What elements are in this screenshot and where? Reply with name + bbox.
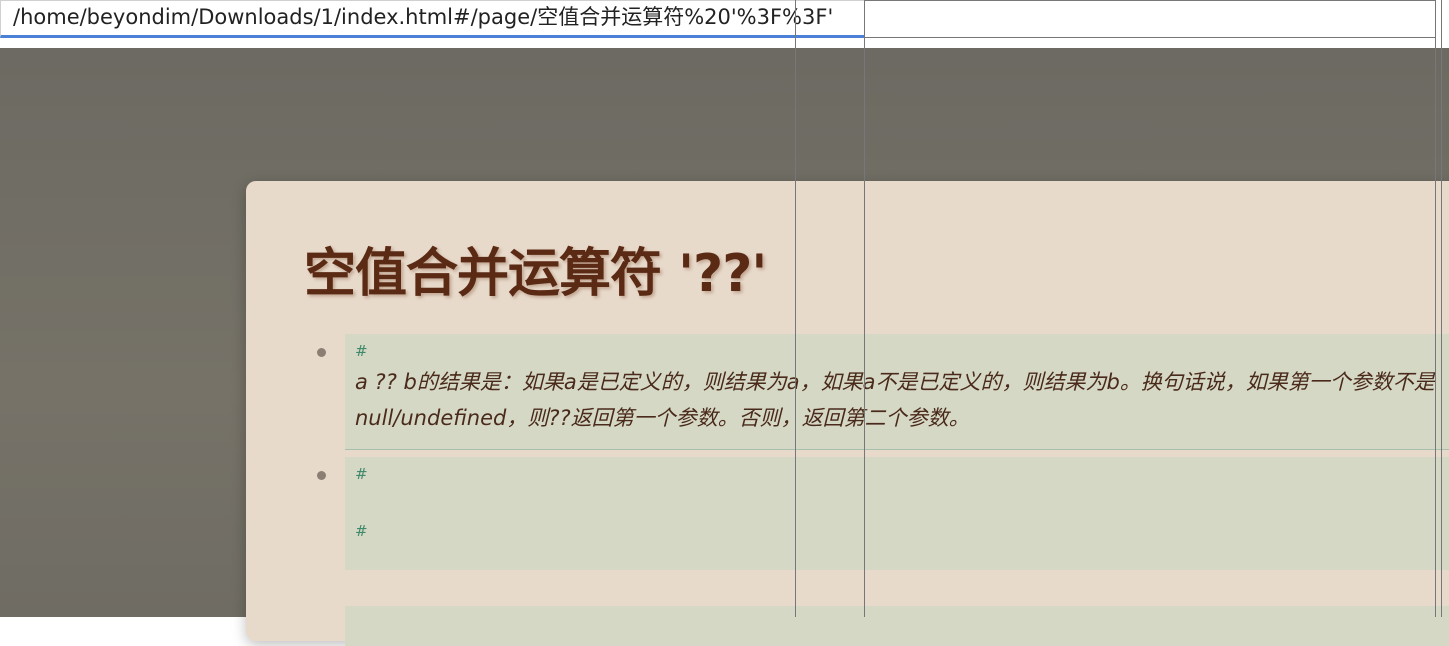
block-hash-link[interactable]: # — [355, 465, 1449, 487]
block-hash-link[interactable]: # — [355, 522, 1449, 544]
overlay-vertical-line — [1435, 0, 1436, 617]
block-3[interactable] — [345, 606, 1449, 646]
block-hash-link[interactable]: # — [355, 342, 1449, 364]
overlay-vertical-line — [795, 0, 796, 617]
block-2[interactable]: # # — [345, 457, 1449, 570]
page-title: 空值合并运算符 '??' — [304, 244, 767, 304]
content-card: 空值合并运算符 '??' # a ?? b的结果是：如果a是已定义的，则结果为a… — [246, 181, 1449, 646]
overlay-box — [864, 0, 1436, 38]
overlay-vertical-line — [1441, 0, 1442, 617]
address-bar-area: /home/beyondim/Downloads/1/index.html#/p… — [0, 0, 1449, 44]
overlay-vertical-line — [864, 0, 865, 617]
bullet-dot[interactable] — [317, 348, 326, 357]
bullet-dot[interactable] — [317, 471, 326, 480]
block-1[interactable]: # a ?? b的结果是：如果a是已定义的，则结果为a，如果a不是已定义的，则结… — [345, 334, 1449, 450]
block-text[interactable]: a ?? b的结果是：如果a是已定义的，则结果为a，如果a不是已定义的，则结果为… — [355, 364, 1445, 436]
